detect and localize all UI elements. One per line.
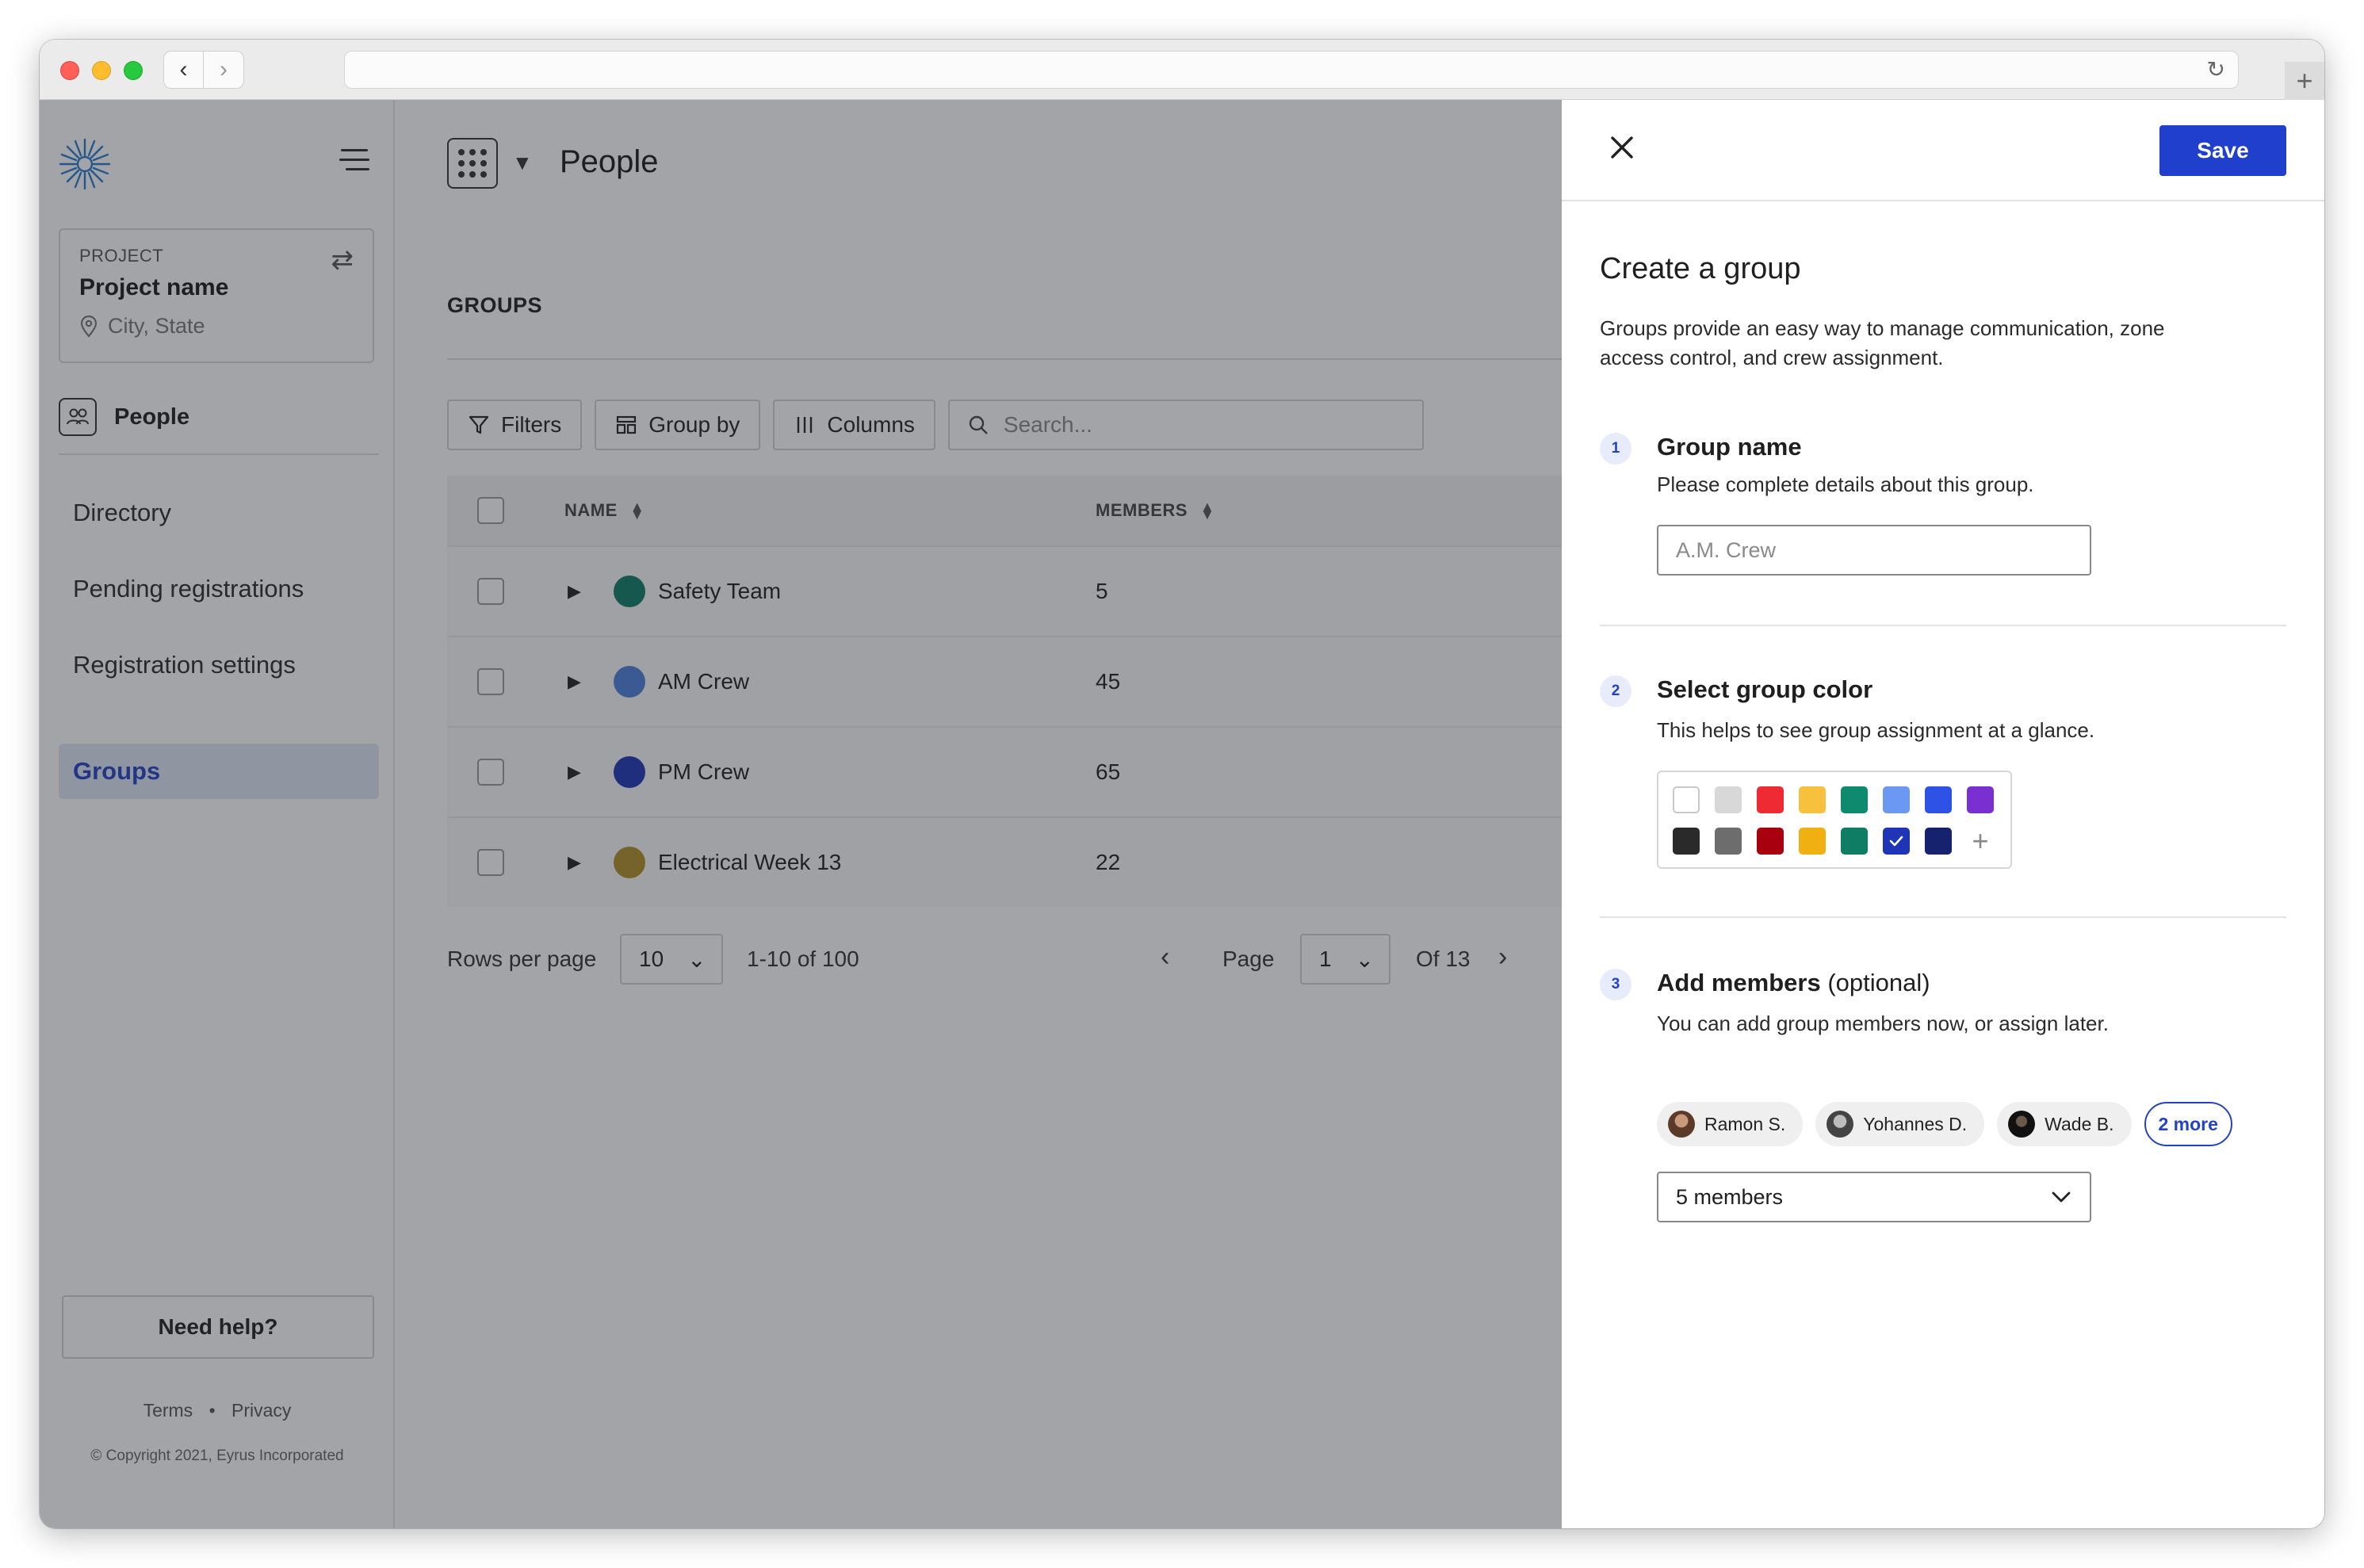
browser-nav-buttons: ‹ ›	[163, 51, 244, 89]
member-chip-label: Yohannes D.	[1863, 1113, 1968, 1134]
browser-window: ‹ › ↻ + PROJECT Project name City, State…	[40, 40, 2324, 1528]
step-number-badge: 2	[1600, 675, 1631, 707]
chevron-down-icon	[2052, 1191, 2071, 1203]
forward-arrow-icon[interactable]: ›	[204, 51, 244, 89]
color-swatch-dark-teal[interactable]	[1841, 828, 1868, 855]
checkmark-icon	[1889, 836, 1903, 847]
color-swatch-light-gray[interactable]	[1715, 786, 1742, 813]
color-swatch-amber[interactable]	[1799, 828, 1826, 855]
drawer-description: Groups provide an easy way to manage com…	[1600, 316, 2165, 369]
color-palette: +	[1657, 771, 2012, 869]
add-members-helper: You can add group members now, or assign…	[1657, 1012, 2109, 1035]
member-chip[interactable]: Yohannes D.	[1815, 1102, 1985, 1146]
maximize-window-button[interactable]	[124, 61, 143, 80]
group-name-heading: Group name	[1657, 433, 1802, 461]
color-swatch-dark-gray[interactable]	[1715, 828, 1742, 855]
reload-icon[interactable]: ↻	[2207, 56, 2225, 82]
new-tab-plus-icon[interactable]: +	[2285, 62, 2324, 100]
group-name-input[interactable]	[1657, 525, 2091, 576]
members-select-value: 5 members	[1676, 1184, 1784, 1209]
app: PROJECT Project name City, State ⇄ Peopl…	[40, 100, 2324, 1528]
member-chip[interactable]: Wade B.	[1997, 1102, 2132, 1146]
sidebar-dim-overlay	[40, 100, 396, 1528]
color-swatch-teal[interactable]	[1841, 786, 1868, 813]
add-members-title: Add members	[1657, 969, 1821, 996]
color-swatch-navy[interactable]	[1925, 828, 1952, 855]
more-members-chip[interactable]: 2 more	[2144, 1102, 2232, 1146]
optional-label: (optional)	[1820, 969, 1930, 996]
group-color-heading: Select group color	[1657, 675, 1873, 703]
drawer-header: Save	[1562, 100, 2324, 201]
add-color-plus-icon[interactable]: +	[1967, 824, 1994, 857]
member-chip[interactable]: Ramon S.	[1657, 1102, 1804, 1146]
drawer-divider	[1600, 625, 2286, 626]
browser-titlebar: ‹ › ↻ +	[40, 40, 2324, 100]
minimize-window-button[interactable]	[92, 61, 111, 80]
avatar	[1668, 1111, 1695, 1138]
back-arrow-icon[interactable]: ‹	[163, 51, 204, 89]
drawer-divider	[1600, 916, 2286, 918]
step-number-badge: 3	[1600, 969, 1631, 1000]
color-swatch-light-blue[interactable]	[1883, 786, 1910, 813]
avatar	[1827, 1111, 1854, 1138]
drawer-title: Create a group	[1600, 252, 1801, 285]
close-icon[interactable]	[1606, 132, 1638, 163]
close-window-button[interactable]	[60, 61, 79, 80]
color-swatch-red[interactable]	[1757, 786, 1784, 813]
color-swatch-blue[interactable]	[1925, 786, 1952, 813]
member-chip-label: Ramon S.	[1704, 1113, 1786, 1134]
color-swatch-yellow[interactable]	[1799, 786, 1826, 813]
group-name-helper: Please complete details about this group…	[1657, 472, 2034, 496]
member-chips: Ramon S. Yohannes D. Wade B. 2 more	[1657, 1102, 2232, 1146]
color-swatch-royal-blue-selected[interactable]	[1883, 828, 1910, 855]
avatar	[2008, 1111, 2036, 1138]
color-swatch-purple[interactable]	[1967, 786, 1994, 813]
member-chip-label: Wade B.	[2045, 1113, 2114, 1134]
create-group-drawer: Save Create a group Groups provide an ea…	[1562, 100, 2324, 1528]
step-number-badge: 1	[1600, 433, 1631, 465]
members-select[interactable]: 5 members	[1657, 1172, 2091, 1222]
add-members-heading: Add members (optional)	[1657, 969, 1930, 997]
address-bar[interactable]: ↻	[344, 51, 2239, 89]
color-swatch-black[interactable]	[1673, 828, 1700, 855]
color-swatch-dark-red[interactable]	[1757, 828, 1784, 855]
color-swatch-white[interactable]	[1673, 786, 1700, 813]
group-color-helper: This helps to see group assignment at a …	[1657, 718, 2095, 742]
save-button[interactable]: Save	[2159, 125, 2286, 176]
